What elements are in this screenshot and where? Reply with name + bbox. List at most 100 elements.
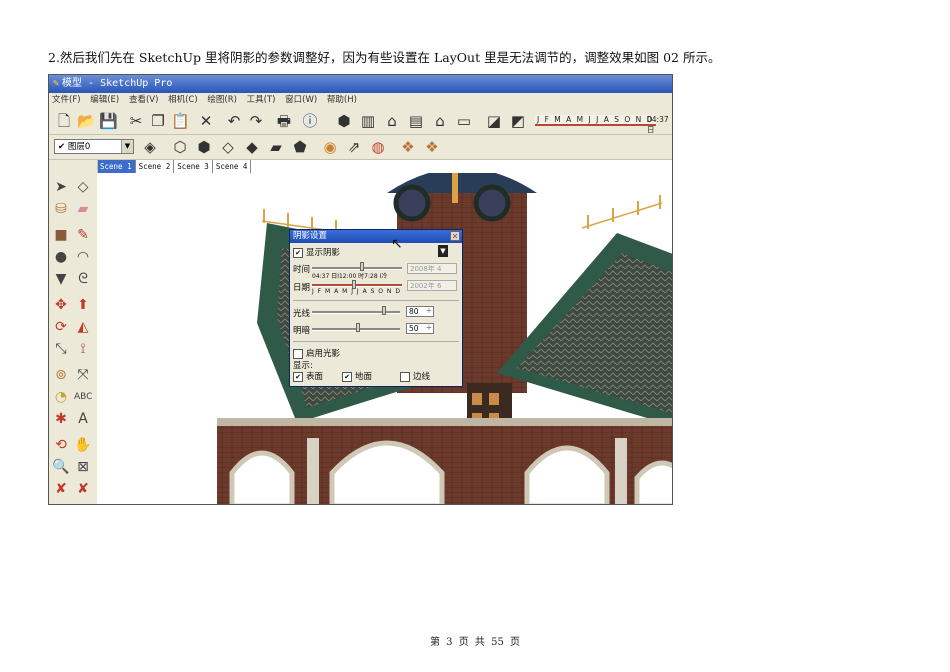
- share-model-icon[interactable]: ⇗: [345, 138, 363, 156]
- zoom-icon[interactable]: 🔍: [52, 458, 70, 476]
- ground-checkbox[interactable]: ✔: [342, 371, 352, 382]
- paint-bucket-icon[interactable]: ⛁: [52, 200, 70, 218]
- menu-window[interactable]: 窗口(W): [285, 95, 317, 105]
- shaded-style-icon[interactable]: ◆: [243, 138, 261, 156]
- menu-help[interactable]: 帮助(H): [327, 95, 357, 105]
- share-component-icon[interactable]: ❖: [423, 138, 441, 156]
- pencil-line-icon[interactable]: ✎: [74, 226, 92, 244]
- month-slider[interactable]: J F M A M J J A S O N D: [535, 115, 656, 126]
- display-shadows-icon[interactable]: ◩: [509, 112, 527, 130]
- dark-slider-knob[interactable]: [356, 323, 360, 332]
- toggle-details-icon[interactable]: ▼: [438, 245, 448, 257]
- tab-scene-4[interactable]: Scene 4: [213, 160, 252, 173]
- right-view-icon[interactable]: ▤: [407, 112, 425, 130]
- tab-scene-3[interactable]: Scene 3: [174, 160, 213, 173]
- sketchup-screenshot: ✎ 模型 - SketchUp Pro 文件(F) 编辑(E) 查看(V) 相机(…: [48, 74, 673, 505]
- faces-row: ✔ 表面: [293, 370, 323, 382]
- components-icon[interactable]: ❖: [399, 138, 417, 156]
- select-arrow-icon[interactable]: ➤: [52, 178, 70, 196]
- scale-icon[interactable]: ⤡: [52, 340, 70, 358]
- tab-scene-2[interactable]: Scene 2: [136, 160, 175, 173]
- pan-hand-icon[interactable]: ✋: [74, 436, 92, 454]
- left-view-icon[interactable]: ▭: [455, 112, 473, 130]
- menu-camera[interactable]: 相机(C): [168, 95, 198, 105]
- faces-checkbox[interactable]: ✔: [293, 371, 303, 382]
- use-sun-checkbox[interactable]: [293, 348, 303, 359]
- eraser-icon[interactable]: ▰: [74, 200, 92, 218]
- time-slider-track[interactable]: [312, 267, 402, 270]
- ground-row: ✔ 地面: [342, 370, 372, 382]
- rectangle-icon[interactable]: ■: [52, 226, 70, 244]
- protractor-icon[interactable]: ◔: [52, 388, 70, 406]
- textured-style-icon[interactable]: ▰: [267, 138, 285, 156]
- date-slider-track[interactable]: [312, 284, 402, 287]
- get-models-icon[interactable]: ◉: [321, 138, 339, 156]
- date-field[interactable]: 2002年 6: [407, 280, 457, 291]
- monochrome-style-icon[interactable]: ⬟: [291, 138, 309, 156]
- follow-me-icon[interactable]: ◭: [74, 318, 92, 336]
- back-view-icon[interactable]: ⌂: [431, 112, 449, 130]
- print-icon[interactable]: 🖶: [275, 112, 293, 130]
- paste-icon[interactable]: 📋: [171, 112, 190, 130]
- cut-icon[interactable]: ✂: [127, 112, 145, 130]
- time-field[interactable]: 2008年 4: [407, 263, 457, 274]
- time-slider-knob[interactable]: [360, 262, 364, 271]
- menu-draw[interactable]: 绘图(R): [207, 95, 237, 105]
- undo-icon[interactable]: ↶: [225, 112, 243, 130]
- freehand-icon[interactable]: ᘓ: [74, 270, 92, 288]
- light-slider-knob[interactable]: [382, 306, 386, 315]
- rotate-icon[interactable]: ⟳: [52, 318, 70, 336]
- window-titlebar: ✎ 模型 - SketchUp Pro: [49, 75, 672, 93]
- wireframe-style-icon[interactable]: ⬢: [195, 138, 213, 156]
- zoom-window-icon[interactable]: ⊠: [74, 458, 92, 476]
- layer-dropdown[interactable]: ✔ 图层0 ▼: [54, 139, 134, 154]
- menu-file[interactable]: 文件(F): [52, 95, 81, 105]
- orbit-icon[interactable]: ⟲: [52, 436, 70, 454]
- edges-label: 边线: [413, 372, 431, 382]
- dark-label: 明暗: [293, 326, 311, 336]
- model-info-icon[interactable]: ⓘ: [301, 112, 319, 130]
- erase-icon[interactable]: ✕: [197, 112, 215, 130]
- shadow-settings-icon[interactable]: ◪: [485, 112, 503, 130]
- previous-view-icon[interactable]: ✘: [74, 480, 92, 498]
- open-folder-icon[interactable]: 📂: [77, 112, 96, 130]
- offset-icon[interactable]: ⟟: [74, 340, 92, 358]
- polygon-icon[interactable]: ▼: [52, 270, 70, 288]
- light-slider-track[interactable]: [312, 311, 400, 314]
- iso-view-icon[interactable]: ⬢: [335, 112, 353, 130]
- google-earth-icon[interactable]: ◍: [369, 138, 387, 156]
- push-pull-icon[interactable]: ⬆: [74, 296, 92, 314]
- make-component-icon[interactable]: ◇: [74, 178, 92, 196]
- dark-value-stepper[interactable]: 50: [406, 323, 434, 334]
- move-icon[interactable]: ✥: [52, 296, 70, 314]
- top-view-icon[interactable]: ▥: [359, 112, 377, 130]
- menu-view[interactable]: 查看(V): [129, 95, 158, 105]
- redo-icon[interactable]: ↷: [247, 112, 265, 130]
- time-slider[interactable]: 04:37 日: [647, 115, 672, 135]
- close-icon[interactable]: ✕: [450, 231, 460, 241]
- arc-icon[interactable]: ◠: [74, 248, 92, 266]
- menu-edit[interactable]: 编辑(E): [90, 95, 119, 105]
- chevron-down-icon[interactable]: ▼: [121, 140, 133, 153]
- edges-checkbox[interactable]: [400, 371, 410, 382]
- display-shadows-row: ✔ 显示阴影: [293, 246, 340, 258]
- tape-measure-icon[interactable]: ⊚: [52, 366, 70, 384]
- layer-manager-icon[interactable]: ◈: [141, 138, 159, 156]
- 3d-text-icon[interactable]: A: [74, 410, 92, 428]
- display-shadows-checkbox[interactable]: ✔: [293, 247, 303, 258]
- tab-scene-1[interactable]: Scene 1: [97, 160, 136, 173]
- front-view-icon[interactable]: ⌂: [383, 112, 401, 130]
- xray-style-icon[interactable]: ⬡: [171, 138, 189, 156]
- zoom-extents-icon[interactable]: ✘: [52, 480, 70, 498]
- dimension-icon[interactable]: ⤧: [74, 366, 92, 384]
- menu-tools[interactable]: 工具(T): [247, 95, 276, 105]
- text-tool-icon[interactable]: ABC: [74, 388, 92, 406]
- copy-icon[interactable]: ❐: [149, 112, 167, 130]
- light-value-stepper[interactable]: 80: [406, 306, 434, 317]
- save-icon[interactable]: 💾: [99, 112, 118, 130]
- new-file-icon[interactable]: 🗋: [55, 112, 73, 130]
- date-label: 日期: [293, 283, 311, 293]
- axes-icon[interactable]: ✱: [52, 410, 70, 428]
- circle-icon[interactable]: ●: [52, 248, 70, 266]
- hidden-line-style-icon[interactable]: ◇: [219, 138, 237, 156]
